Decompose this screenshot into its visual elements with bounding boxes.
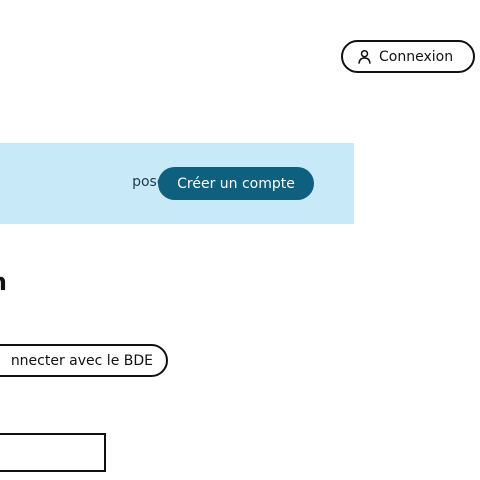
text-input-field[interactable]: [0, 433, 106, 472]
bde-login-button[interactable]: nnecter avec le BDE: [0, 344, 168, 377]
user-icon: [357, 49, 372, 64]
login-button[interactable]: Connexion: [341, 40, 475, 73]
create-account-button[interactable]: Créer un compte: [158, 167, 314, 200]
page-title: n: [0, 268, 7, 296]
login-button-label: Connexion: [379, 48, 454, 65]
page: Connexion poser une annonce. Créer un co…: [0, 0, 480, 480]
bde-login-label: nnecter avec le BDE: [10, 352, 153, 369]
